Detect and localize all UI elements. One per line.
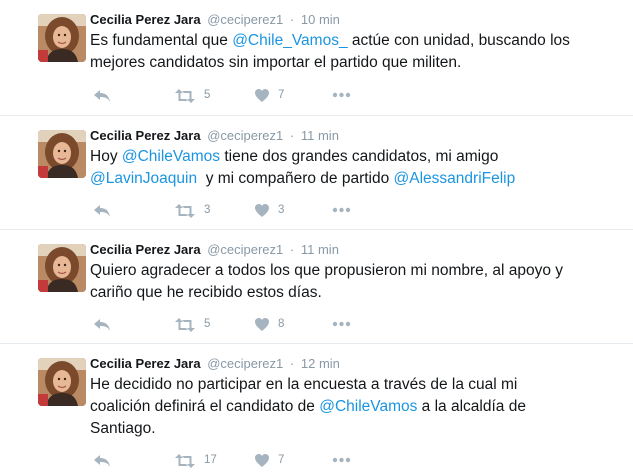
text-segment: Quiero agradecer a todos los que propusi…	[90, 262, 564, 279]
retweet-button[interactable]: 17	[174, 450, 217, 470]
text-segment: Hoy	[90, 148, 122, 165]
author-handle[interactable]: @ceciperez1	[207, 12, 283, 27]
text-segment: Es fundamental que	[90, 32, 233, 49]
avatar[interactable]	[38, 14, 86, 62]
reply-button[interactable]	[92, 314, 110, 334]
separator-dot: ·	[289, 12, 295, 27]
text-segment: cariño que he recibido estos días.	[90, 284, 322, 301]
tweet-header: Cecilia Perez Jara @ceciperez1 · 11 min	[90, 242, 339, 257]
separator-dot: ·	[289, 128, 295, 143]
more-icon	[332, 321, 351, 327]
text-segment: coalición definirá el candidato de	[90, 398, 320, 415]
separator-dot: ·	[289, 356, 295, 371]
reply-button[interactable]	[92, 200, 110, 220]
heart-icon	[255, 454, 269, 467]
text-segment: actúe con unidad, buscando los	[347, 32, 570, 49]
heart-icon	[255, 204, 269, 217]
like-button[interactable]: 7	[254, 85, 284, 105]
retweet-icon	[175, 204, 195, 218]
text-segment: mejores candidatos sin importar el parti…	[90, 54, 462, 71]
author-name[interactable]: Cecilia Perez Jara	[90, 242, 201, 257]
retweet-count: 17	[204, 454, 217, 466]
more-button[interactable]	[332, 450, 352, 470]
like-count: 7	[278, 89, 285, 101]
tweet-timestamp[interactable]: 11 min	[301, 242, 339, 257]
text-segment: y mi compañero de partido	[197, 170, 394, 187]
like-count: 8	[278, 318, 285, 330]
text-segment: tiene dos grandes candidatos, mi amigo	[220, 148, 499, 165]
reply-button[interactable]	[92, 450, 110, 470]
retweet-icon	[175, 89, 195, 103]
tweet-timestamp[interactable]: 12 min	[301, 356, 340, 371]
tweet-text: Hoy @ChileVamos tiene dos grandes candid…	[90, 146, 610, 190]
reply-icon	[94, 455, 110, 467]
tweet-header: Cecilia Perez Jara @ceciperez1 · 12 min	[90, 356, 340, 371]
like-count: 3	[278, 204, 285, 216]
tweet[interactable]: Cecilia Perez Jara @ceciperez1 · 11 min …	[0, 116, 633, 230]
tweet-feed: Cecilia Perez Jara @ceciperez1 · 10 min …	[0, 0, 633, 474]
avatar[interactable]	[38, 244, 86, 292]
tweet[interactable]: Cecilia Perez Jara @ceciperez1 · 10 min …	[0, 0, 633, 116]
retweet-icon	[175, 318, 195, 332]
author-name[interactable]: Cecilia Perez Jara	[90, 12, 201, 27]
text-segment: He decidido no participar en la encuesta…	[90, 376, 518, 393]
author-handle[interactable]: @ceciperez1	[207, 356, 283, 371]
separator-dot: ·	[289, 242, 295, 257]
text-segment: Santiago.	[90, 420, 156, 437]
retweet-count: 5	[204, 318, 211, 330]
retweet-count: 5	[204, 89, 211, 101]
like-button[interactable]: 8	[254, 314, 284, 334]
mention-link[interactable]: @Chile_Vamos_	[232, 32, 347, 49]
tweet-header: Cecilia Perez Jara @ceciperez1 · 10 min	[90, 12, 340, 27]
text-segment: a la alcaldía de	[417, 398, 526, 415]
tweet[interactable]: Cecilia Perez Jara @ceciperez1 · 12 min …	[0, 344, 633, 474]
retweet-count: 3	[204, 204, 211, 216]
reply-button[interactable]	[92, 85, 110, 105]
author-handle[interactable]: @ceciperez1	[207, 242, 283, 257]
tweet-text: Quiero agradecer a todos los que propusi…	[90, 260, 610, 304]
reply-icon	[94, 90, 110, 102]
retweet-button[interactable]: 3	[174, 200, 210, 220]
more-icon	[332, 457, 351, 463]
tweet-text: Es fundamental que @Chile_Vamos_ actúe c…	[90, 30, 610, 74]
tweet-timestamp[interactable]: 10 min	[301, 12, 340, 27]
like-button[interactable]: 7	[254, 450, 284, 470]
reply-icon	[94, 319, 110, 331]
retweet-icon	[175, 454, 195, 468]
author-name[interactable]: Cecilia Perez Jara	[90, 128, 201, 143]
retweet-button[interactable]: 5	[174, 85, 210, 105]
mention-link[interactable]: @ChileVamos	[319, 398, 417, 415]
more-button[interactable]	[332, 85, 352, 105]
avatar[interactable]	[38, 130, 86, 178]
more-icon	[332, 207, 351, 213]
avatar[interactable]	[38, 358, 86, 406]
retweet-button[interactable]: 5	[174, 314, 210, 334]
mention-link[interactable]: @AlessandriFelip	[394, 170, 516, 187]
more-button[interactable]	[332, 200, 352, 220]
mention-link[interactable]: @LavinJoaquin	[90, 170, 197, 187]
tweet-text: He decidido no participar en la encuesta…	[90, 374, 610, 440]
tweet-header: Cecilia Perez Jara @ceciperez1 · 11 min	[90, 128, 339, 143]
heart-icon	[255, 318, 269, 331]
author-name[interactable]: Cecilia Perez Jara	[90, 356, 201, 371]
mention-link[interactable]: @ChileVamos	[122, 148, 220, 165]
more-button[interactable]	[332, 314, 352, 334]
reply-icon	[94, 205, 110, 217]
tweet[interactable]: Cecilia Perez Jara @ceciperez1 · 11 min …	[0, 230, 633, 344]
like-button[interactable]: 3	[254, 200, 284, 220]
like-count: 7	[278, 454, 285, 466]
author-handle[interactable]: @ceciperez1	[207, 128, 283, 143]
tweet-timestamp[interactable]: 11 min	[301, 128, 339, 143]
heart-icon	[255, 89, 269, 102]
more-icon	[332, 92, 351, 98]
